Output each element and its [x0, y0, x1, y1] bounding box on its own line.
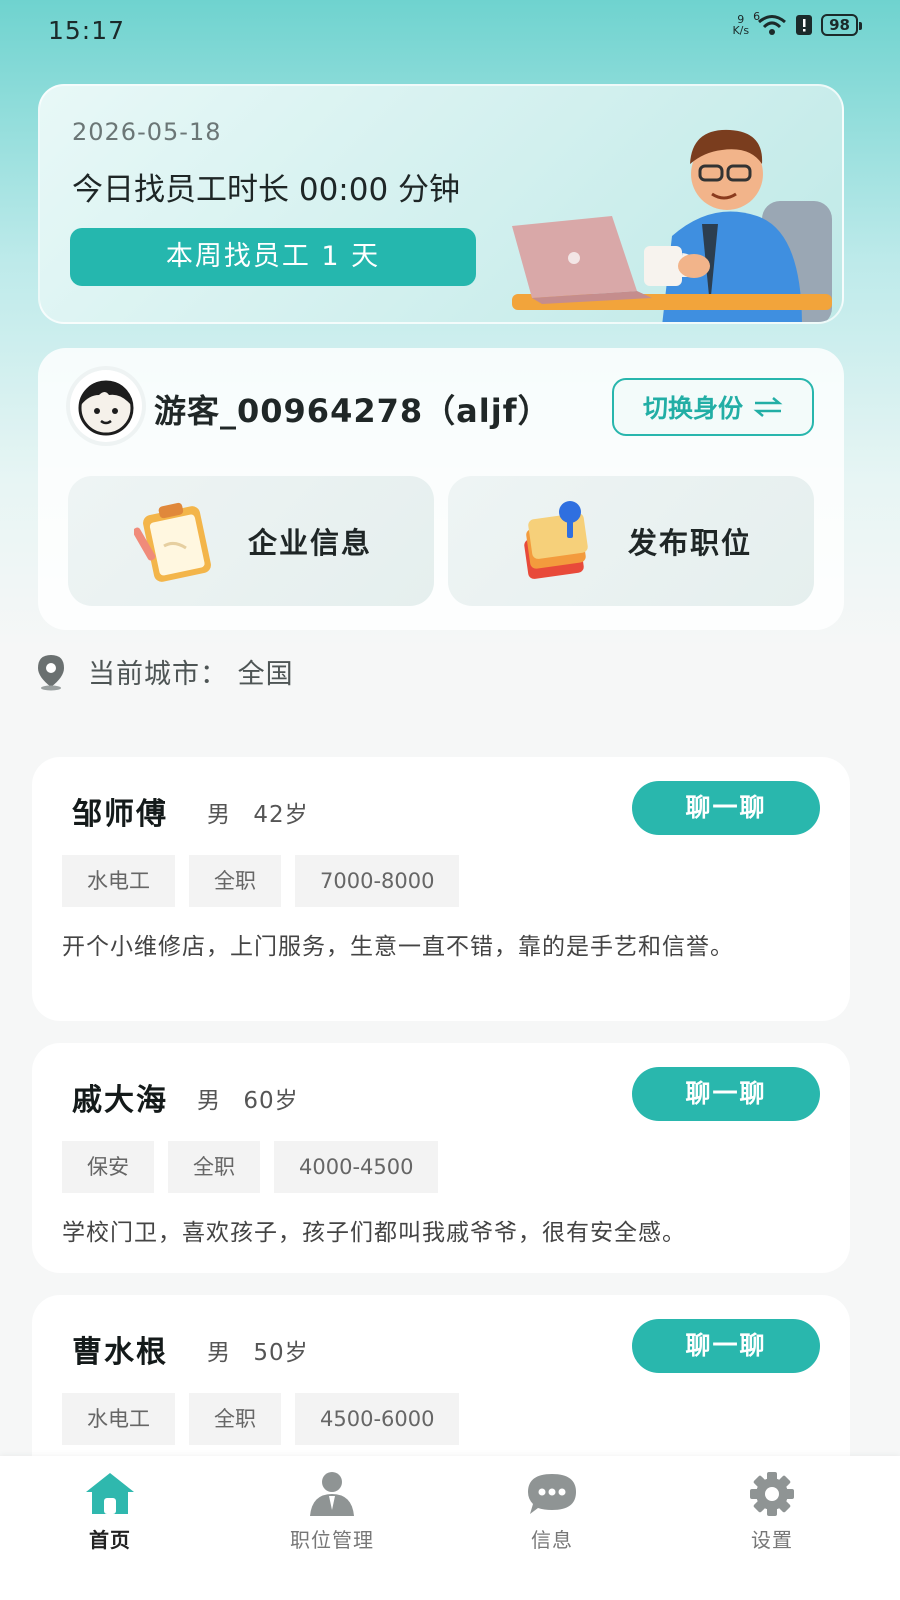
- home-icon: [86, 1473, 134, 1514]
- switch-identity-button[interactable]: 切换身份: [612, 378, 814, 436]
- status-icons: 9 K/s 6 98: [732, 10, 862, 37]
- daily-stats-banner: 2026-05-18 今日找员工时长 00:00 分钟 本周找员工 1 天: [38, 84, 844, 324]
- location-pin-icon: [38, 654, 64, 690]
- worker-name: 曹水根: [72, 1335, 168, 1370]
- worker-tags: 水电工 全职 4500-6000: [62, 1393, 460, 1445]
- post-job-label: 发布职位: [628, 526, 753, 560]
- chat-button[interactable]: 聊一聊: [632, 1319, 820, 1373]
- worker-description: 学校门卫，喜欢孩子，孩子们都叫我戚爷爷，很有安全感。: [62, 1220, 686, 1246]
- bottom-nav: 首页 职位管理 信息 设置: [0, 1456, 900, 1600]
- company-info-button[interactable]: 企业信息: [68, 476, 434, 606]
- network-speed: 9 K/s: [732, 13, 750, 37]
- tag-salary: 4000-4500: [274, 1141, 439, 1193]
- status-time: 15:17: [48, 16, 126, 45]
- wifi-icon: 6: [753, 10, 787, 36]
- city-value: 全国: [237, 659, 294, 690]
- current-city[interactable]: 当前城市： 全国: [36, 652, 294, 691]
- city-label: 当前城市：: [88, 659, 228, 690]
- tag-salary: 7000-8000: [295, 855, 460, 907]
- worker-tags: 保安 全职 4000-4500: [62, 1141, 439, 1193]
- worker-gender: 男: [197, 1088, 221, 1114]
- tag-type: 全职: [189, 1393, 281, 1445]
- worker-card[interactable]: 邹师傅 男 42岁 聊一聊 水电工 全职 7000-8000 开个小维修店，上门…: [32, 757, 850, 1021]
- worker-age: 50岁: [253, 1340, 309, 1366]
- worker-age: 60岁: [243, 1088, 299, 1114]
- chat-button[interactable]: 聊一聊: [632, 781, 820, 835]
- worker-name: 戚大海: [72, 1083, 168, 1118]
- worker-card[interactable]: 戚大海 男 60岁 聊一聊 保安 全职 4000-4500 学校门卫，喜欢孩子，…: [32, 1043, 850, 1273]
- tag-type: 全职: [189, 855, 281, 907]
- worker-meta: 男 42岁: [207, 795, 309, 829]
- gear-icon: [750, 1472, 794, 1516]
- tag-job: 水电工: [62, 1393, 175, 1445]
- chat-button[interactable]: 聊一聊: [632, 1067, 820, 1121]
- nav-job-management[interactable]: 职位管理: [252, 1470, 412, 1553]
- worker-gender: 男: [207, 802, 231, 828]
- pinned-notes-icon: [524, 501, 588, 579]
- tag-type: 全职: [168, 1141, 260, 1193]
- avatar-face-icon: [78, 380, 134, 436]
- nav-settings[interactable]: 设置: [692, 1470, 852, 1553]
- search-duration-text: 今日找员工时长 00:00 分钟: [72, 172, 461, 208]
- nav-home[interactable]: 首页: [30, 1470, 190, 1553]
- worker-name: 邹师傅: [72, 797, 168, 832]
- office-worker-illustration: [512, 129, 832, 322]
- alert-icon: [795, 14, 813, 36]
- banner-date: 2026-05-18: [72, 118, 222, 146]
- swap-arrows-icon: [753, 397, 783, 417]
- worker-meta: 男 50岁: [207, 1333, 309, 1367]
- chat-bubble-icon: [528, 1474, 576, 1514]
- worker-description: 开个小维修店，上门服务，生意一直不错，靠的是手艺和信誉。: [62, 934, 734, 960]
- tag-job: 保安: [62, 1141, 154, 1193]
- profile-card: 游客_00964278（aljf） 切换身份 企业信息 发布职位: [38, 348, 844, 630]
- worker-age: 42岁: [253, 802, 309, 828]
- person-tie-icon: [310, 1472, 354, 1516]
- post-job-button[interactable]: 发布职位: [448, 476, 814, 606]
- tag-job: 水电工: [62, 855, 175, 907]
- clipboard-icon: [134, 502, 211, 582]
- nav-messages[interactable]: 信息: [472, 1470, 632, 1553]
- worker-gender: 男: [207, 1340, 231, 1366]
- weekly-days-button[interactable]: 本周找员工 1 天: [70, 228, 476, 286]
- worker-tags: 水电工 全职 7000-8000: [62, 855, 460, 907]
- worker-meta: 男 60岁: [197, 1081, 299, 1115]
- status-bar: 15:17 9 K/s 6 98: [0, 0, 900, 60]
- tag-salary: 4500-6000: [295, 1393, 460, 1445]
- user-name: 游客_00964278（aljf）: [154, 392, 551, 430]
- avatar[interactable]: [70, 370, 142, 442]
- company-info-label: 企业信息: [248, 526, 373, 560]
- battery-indicator: 98: [821, 14, 862, 36]
